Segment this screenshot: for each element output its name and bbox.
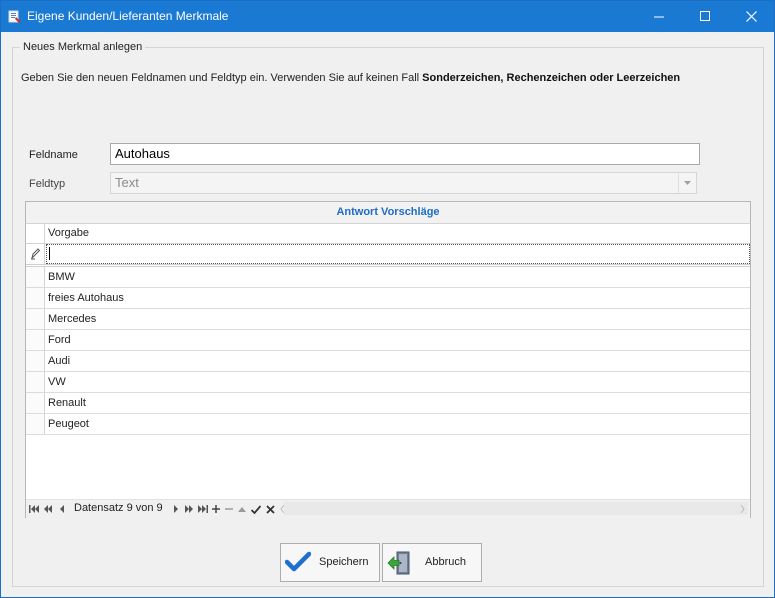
- table-cell[interactable]: BMW: [48, 271, 75, 283]
- chevron-down-icon: [684, 181, 691, 185]
- end-edit-button[interactable]: [250, 501, 262, 517]
- last-record-button[interactable]: [197, 501, 209, 517]
- pencil-icon: [31, 248, 41, 260]
- record-navigator: Datensatz 9 von 9: [26, 499, 750, 518]
- grid-header: Vorgabe: [26, 224, 750, 244]
- last-icon: [198, 505, 208, 513]
- checkmark-icon: [285, 551, 311, 572]
- cancel-edit-button[interactable]: [264, 501, 276, 517]
- suggestions-grid: Antwort Vorschläge Vorgabe BMW freies Au…: [25, 201, 751, 518]
- maximize-button[interactable]: [682, 1, 728, 32]
- dialog-window: Eigene Kunden/Lieferanten Merkmale Neues…: [0, 0, 775, 598]
- table-cell[interactable]: Renault: [48, 397, 86, 409]
- table-cell[interactable]: Ford: [48, 334, 71, 346]
- exit-door-icon: [387, 551, 410, 575]
- cancel-button-label: Abbruch: [425, 556, 466, 568]
- row-indicator: [26, 244, 45, 264]
- table-row[interactable]: Ford: [26, 330, 750, 351]
- table-row[interactable]: Audi: [26, 351, 750, 372]
- row-indicator: [26, 393, 45, 413]
- chevron-right-icon: [740, 505, 745, 513]
- checkmark-icon: [251, 504, 261, 514]
- dropdown-button[interactable]: [678, 173, 696, 193]
- table-row[interactable]: VW: [26, 372, 750, 393]
- group-label: Neues Merkmal anlegen: [20, 41, 146, 53]
- instruction-text: Geben Sie den neuen Feldnamen und Feldty…: [21, 72, 680, 84]
- row-indicator: [26, 309, 45, 329]
- new-row-editor[interactable]: [46, 244, 750, 264]
- instruction-plain: Geben Sie den neuen Feldnamen und Feldty…: [21, 72, 423, 84]
- next-record-button[interactable]: [171, 501, 181, 517]
- save-button[interactable]: Speichern: [280, 543, 380, 582]
- close-button[interactable]: [728, 1, 774, 32]
- feldname-input[interactable]: Autohaus: [110, 143, 700, 165]
- row-indicator: [26, 372, 45, 392]
- save-button-label: Speichern: [319, 556, 369, 568]
- table-cell[interactable]: freies Autohaus: [48, 292, 124, 304]
- edit-button[interactable]: [237, 501, 247, 517]
- append-button[interactable]: [211, 501, 221, 517]
- feldname-label: Feldname: [29, 149, 78, 161]
- cross-icon: [265, 504, 275, 514]
- table-cell[interactable]: Audi: [48, 355, 70, 367]
- table-row[interactable]: BMW: [26, 267, 750, 288]
- first-icon: [29, 505, 39, 513]
- row-indicator: [26, 288, 45, 308]
- feldtyp-value: Text: [115, 175, 139, 190]
- row-indicator: [26, 267, 45, 287]
- table-cell[interactable]: Mercedes: [48, 313, 96, 325]
- caret-up-icon: [238, 507, 246, 512]
- table-row[interactable]: Renault: [26, 393, 750, 414]
- feldtyp-label: Feldtyp: [29, 178, 66, 190]
- table-cell[interactable]: Peugeot: [48, 418, 89, 430]
- minus-icon: [225, 508, 233, 510]
- indicator-column-header: [26, 224, 45, 243]
- cancel-button[interactable]: Abbruch: [382, 543, 482, 582]
- minimize-button[interactable]: [636, 1, 682, 32]
- grid-caption: Antwort Vorschläge: [26, 202, 750, 224]
- instruction-bold: Sonderzeichen, Rechenzeichen oder Leerze…: [422, 72, 681, 84]
- new-row[interactable]: [26, 244, 750, 267]
- row-indicator: [26, 330, 45, 350]
- maximize-icon: [699, 11, 710, 21]
- table-row[interactable]: Peugeot: [26, 414, 750, 435]
- horizontal-scrollbar[interactable]: [284, 502, 748, 515]
- previous-record-button[interactable]: [57, 501, 67, 517]
- title-bar[interactable]: Eigene Kunden/Lieferanten Merkmale: [1, 1, 774, 32]
- next-page-icon: [185, 505, 193, 513]
- text-caret: [49, 247, 50, 260]
- next-page-button[interactable]: [183, 501, 195, 517]
- feldtyp-select[interactable]: Text: [110, 172, 697, 194]
- table-row[interactable]: freies Autohaus: [26, 288, 750, 309]
- scroll-right-button[interactable]: [737, 501, 747, 517]
- close-icon: [745, 11, 757, 22]
- first-record-button[interactable]: [28, 501, 40, 517]
- plus-icon: [212, 505, 220, 513]
- record-counter: Datensatz 9 von 9: [74, 502, 163, 514]
- minimize-icon: [653, 16, 664, 18]
- previous-page-button[interactable]: [42, 501, 54, 517]
- next-icon: [174, 505, 178, 513]
- row-indicator: [26, 414, 45, 434]
- row-indicator: [26, 351, 45, 371]
- app-icon: [8, 10, 21, 23]
- window-title: Eigene Kunden/Lieferanten Merkmale: [27, 9, 229, 23]
- table-cell[interactable]: VW: [48, 376, 66, 388]
- column-header-vorgabe[interactable]: Vorgabe: [48, 227, 89, 239]
- table-row[interactable]: Mercedes: [26, 309, 750, 330]
- previous-icon: [60, 505, 64, 513]
- previous-page-icon: [44, 505, 52, 513]
- remove-button[interactable]: [224, 501, 234, 517]
